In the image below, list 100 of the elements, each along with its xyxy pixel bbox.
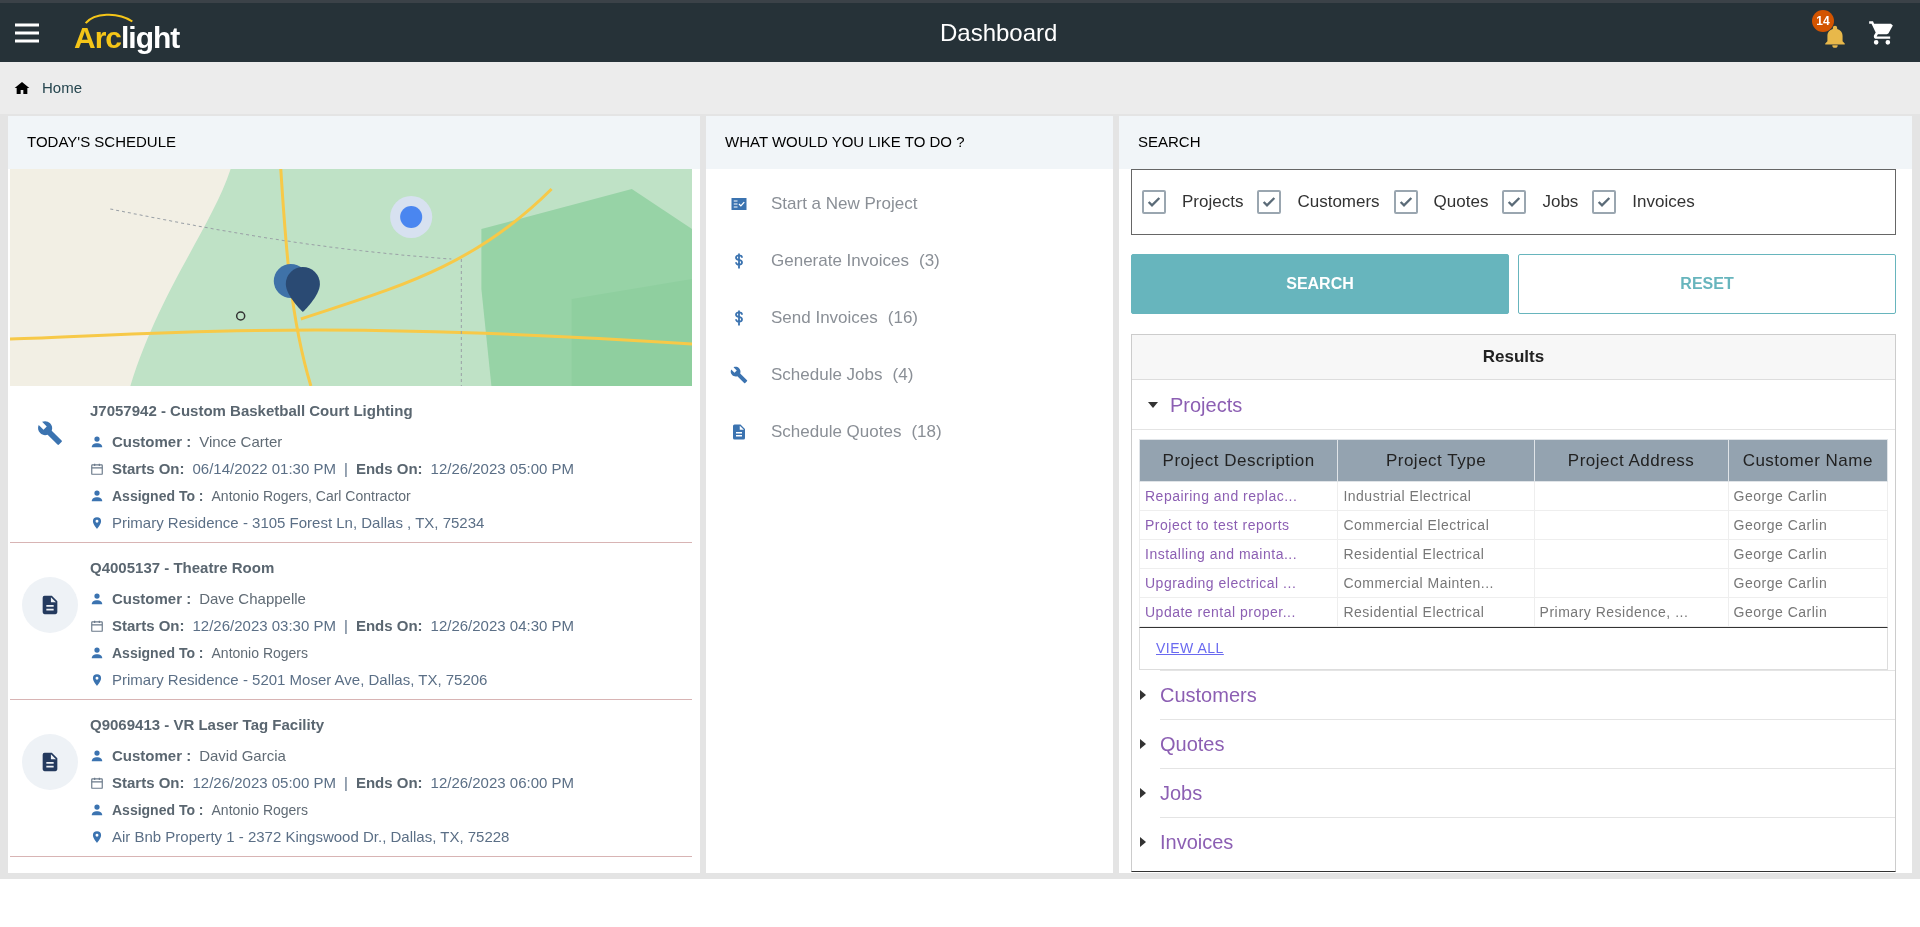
- caret-icon: [1138, 690, 1148, 700]
- table-cell: Residential Electrical: [1337, 597, 1535, 627]
- end-time: 12/26/2023 05:00 PM: [430, 459, 574, 479]
- person-icon: [90, 646, 104, 660]
- location-pin-icon: [90, 672, 104, 687]
- start-label: Starts On:: [112, 773, 185, 793]
- customer-label: Customer :: [112, 588, 192, 609]
- location-pin-icon: [90, 829, 104, 844]
- schedule-item-title: J7057942 - Custom Basketball Court Lighting: [90, 401, 414, 421]
- column-header: Project Type: [1337, 439, 1535, 482]
- person-icon: [90, 489, 104, 503]
- panel-title: WHAT WOULD YOU LIKE TO DO ?: [725, 132, 965, 153]
- checkbox[interactable]: [1142, 190, 1166, 214]
- column-header: Project Description: [1139, 439, 1338, 482]
- checkbox[interactable]: [1393, 190, 1418, 214]
- assigned-names: Antonio Rogers, Carl Contractor: [211, 486, 411, 506]
- view-all-link[interactable]: VIEW ALL: [1156, 638, 1224, 659]
- start-time: 12/26/2023 05:00 PM: [192, 773, 336, 793]
- caret-icon: [1148, 399, 1158, 410]
- project-link[interactable]: Repairing and replac...: [1139, 481, 1338, 511]
- cart-icon[interactable]: [1868, 18, 1896, 47]
- document-icon: [730, 423, 748, 441]
- project-link[interactable]: Upgrading electrical ...: [1139, 568, 1338, 598]
- project-link[interactable]: Installing and mainta...: [1139, 539, 1338, 569]
- assigned-names: Antonio Rogers: [211, 643, 309, 663]
- checkbox-label: Quotes: [1433, 191, 1489, 214]
- person-icon: [90, 748, 104, 763]
- separator-text: |: [343, 459, 348, 479]
- action-link[interactable]: Start a New Project: [706, 188, 1113, 220]
- address-text: Primary Residence - 5201 Moser Ave, Dallas, TX, 75206: [112, 669, 488, 690]
- column-header: Project Address: [1534, 439, 1729, 482]
- checkbox[interactable]: [1502, 190, 1527, 214]
- schedule-item-title: Q4005137 - Theatre Room: [90, 558, 276, 578]
- action-link[interactable]: Schedule Quotes (18): [706, 416, 1113, 448]
- action-link[interactable]: Send Invoices (16): [706, 302, 1113, 334]
- person-icon: [90, 803, 104, 817]
- assigned-label: Assigned To :: [112, 800, 204, 820]
- end-label: Ends On:: [355, 773, 423, 793]
- address-text: Primary Residence - 3105 Forest Ln, Dallas , TX, 75234: [112, 512, 485, 533]
- page-title: Dashboard: [939, 17, 1058, 48]
- checkbox-label: Customers: [1297, 191, 1380, 214]
- address-text: Air Bnb Property 1 - 2372 Kingswood Dr., Dallas, TX, 75228: [112, 826, 510, 847]
- table-cell: George Carlin: [1728, 539, 1888, 569]
- column-header: Customer Name: [1728, 439, 1888, 482]
- table-cell: George Carlin: [1728, 568, 1888, 598]
- table-cell: Commercial Mainten...: [1337, 568, 1535, 598]
- checkbox-label: Jobs: [1542, 191, 1579, 214]
- assigned-label: Assigned To :: [112, 643, 204, 663]
- project-link[interactable]: Project to test reports: [1139, 510, 1338, 540]
- accordion-header[interactable]: Invoices: [1160, 817, 1895, 866]
- action-link[interactable]: Generate Invoices (3): [706, 245, 1113, 277]
- caret-icon: [1138, 739, 1148, 749]
- checkbox-label: Invoices: [1632, 191, 1695, 214]
- table-cell: George Carlin: [1728, 481, 1888, 511]
- schedule-item-title: Q9069413 - VR Laser Tag Facility: [90, 715, 325, 735]
- customer-label: Customer :: [112, 431, 192, 452]
- calendar-icon: [90, 462, 104, 477]
- assigned-label: Assigned To :: [112, 486, 204, 506]
- checkbox-label: Projects: [1182, 191, 1244, 214]
- checkbox[interactable]: [1257, 190, 1282, 214]
- action-link[interactable]: Schedule Jobs (4): [706, 359, 1113, 391]
- end-label: Ends On:: [355, 459, 423, 479]
- bell-icon[interactable]: [1822, 23, 1848, 50]
- logo[interactable]: Arclight: [74, 10, 180, 55]
- customer-name: Vince Carter: [199, 431, 283, 452]
- panel-title: TODAY'S SCHEDULE: [27, 132, 176, 153]
- project-link[interactable]: Update rental proper...: [1139, 597, 1338, 627]
- menu-icon[interactable]: [14, 22, 40, 43]
- wrench-icon: [37, 420, 63, 446]
- accordion-header[interactable]: Projects: [1132, 380, 1895, 429]
- calendar-icon: [90, 619, 104, 634]
- table-cell: Residential Electrical: [1337, 539, 1535, 569]
- location-pin-icon: [90, 515, 104, 530]
- assigned-names: Antonio Rogers: [211, 800, 309, 820]
- home-icon[interactable]: [14, 80, 30, 96]
- table-cell: George Carlin: [1728, 597, 1888, 627]
- table-cell: Primary Residence, ...: [1534, 597, 1729, 627]
- panel-title: SEARCH: [1138, 132, 1201, 153]
- accordion-header[interactable]: Customers: [1160, 670, 1895, 719]
- person-icon: [90, 434, 104, 449]
- table-cell: Commercial Electrical: [1337, 510, 1535, 540]
- person-icon: [90, 591, 104, 606]
- start-time: 06/14/2022 01:30 PM: [192, 459, 336, 479]
- breadcrumb-link[interactable]: Home: [42, 76, 82, 100]
- accordion-header[interactable]: Jobs: [1160, 768, 1895, 817]
- customer-label: Customer :: [112, 745, 192, 766]
- wrench-icon: [730, 366, 748, 384]
- caret-icon: [1138, 837, 1148, 847]
- calendar-icon: [90, 776, 104, 791]
- caret-icon: [1138, 788, 1148, 798]
- start-time: 12/26/2023 03:30 PM: [192, 616, 336, 636]
- end-time: 12/26/2023 04:30 PM: [430, 616, 574, 636]
- checkbox[interactable]: [1592, 190, 1617, 214]
- accordion-header[interactable]: Quotes: [1160, 719, 1895, 768]
- end-time: 12/26/2023 06:00 PM: [430, 773, 574, 793]
- results-title: Results: [1482, 346, 1545, 369]
- start-label: Starts On:: [112, 616, 185, 636]
- separator-text: |: [343, 616, 348, 636]
- table-cell: Industrial Electrical: [1337, 481, 1535, 511]
- separator-text: |: [343, 773, 348, 793]
